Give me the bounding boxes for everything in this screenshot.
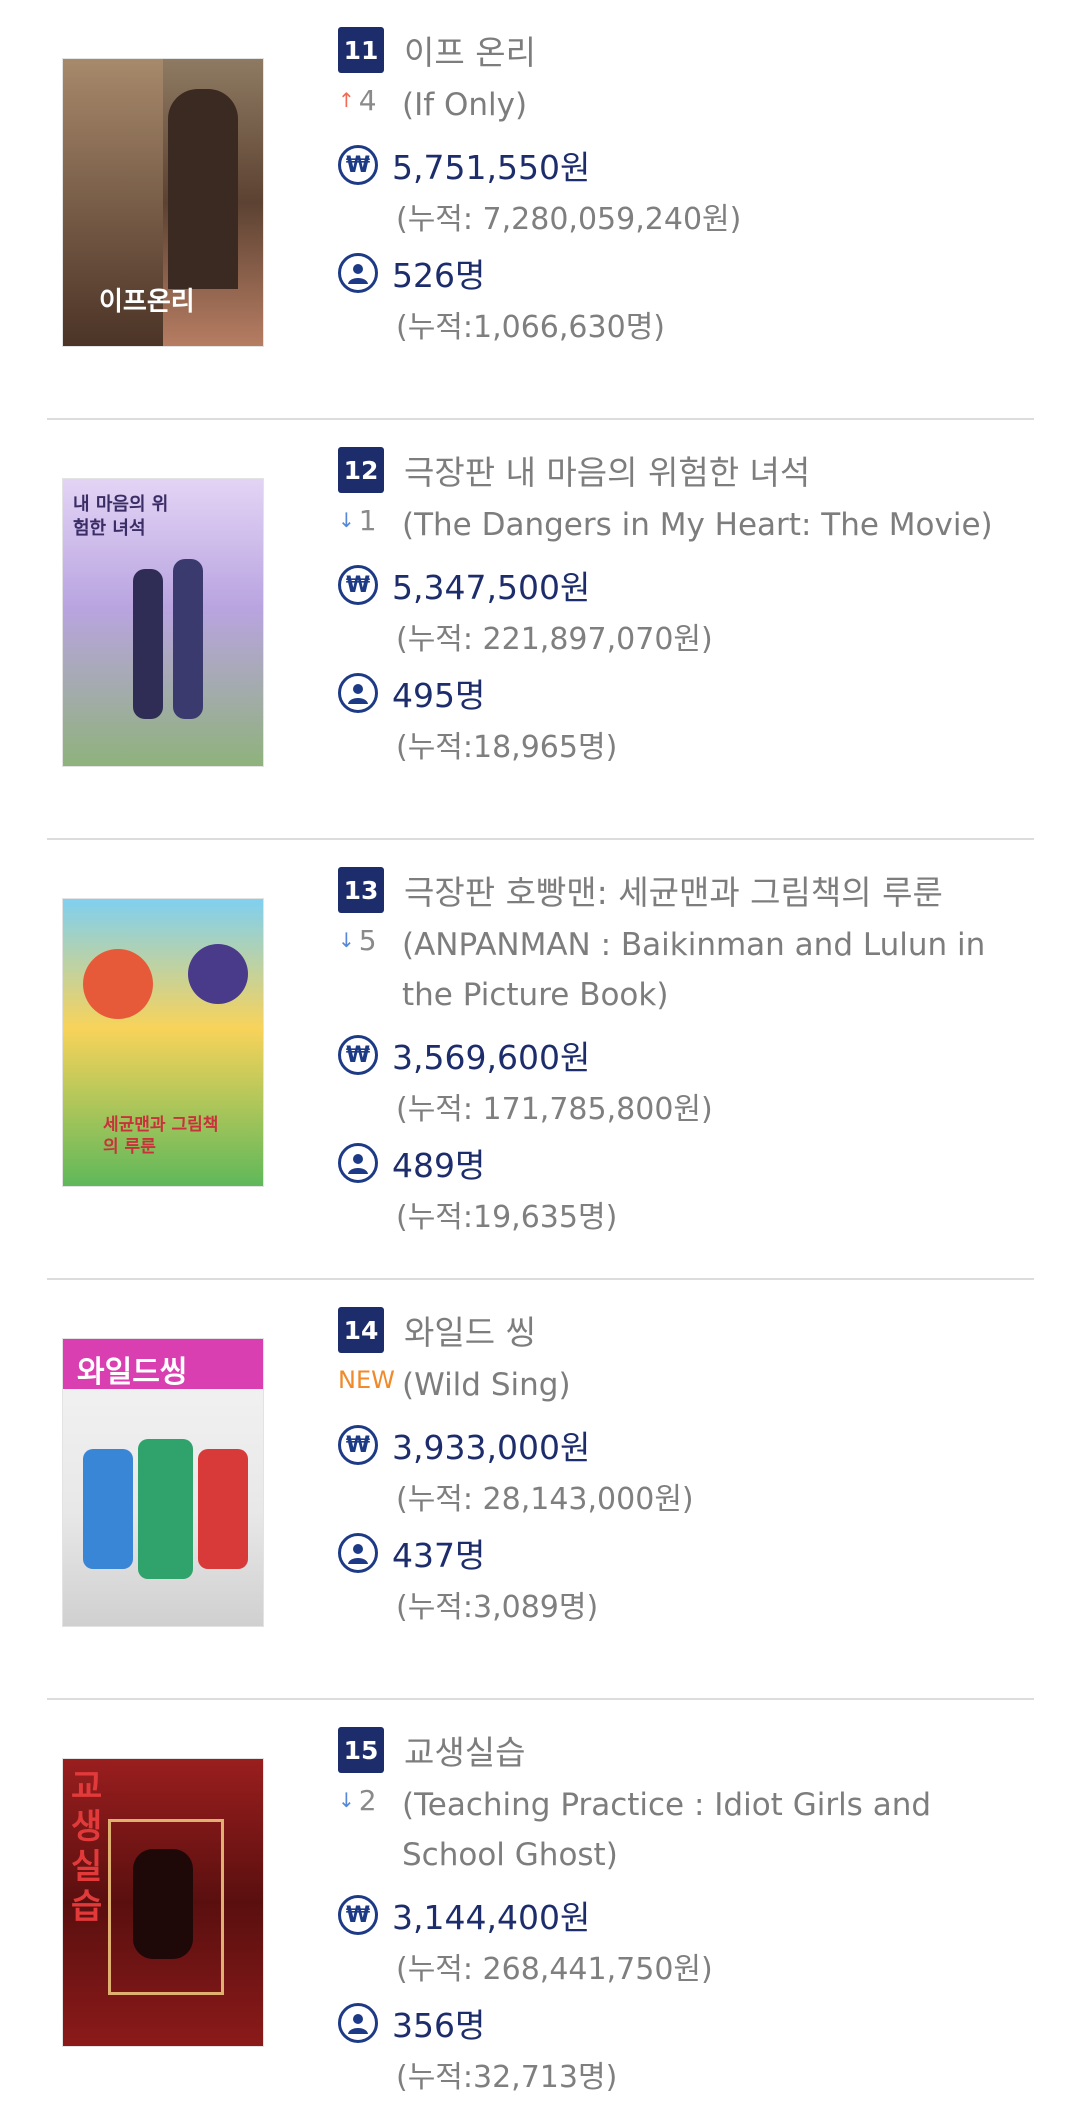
list-item[interactable]: 이프온리 11 이프 온리 ↑ 4 (If Only) ₩ 5,751,550원 …	[0, 0, 1079, 420]
person-icon	[338, 253, 378, 293]
rank-change-value: 4	[358, 84, 377, 117]
audience-value: 356명	[392, 2006, 486, 2045]
rank-badge: 11	[338, 27, 384, 73]
arrow-down-icon: ↓	[338, 1788, 355, 1812]
audience-value: 526명	[392, 256, 486, 295]
arrow-down-icon: ↓	[338, 928, 355, 952]
movie-info: 13 극장판 호빵맨: 세균맨과 그림책의 루룬 ↓ 5 (ANPANMAN : …	[338, 866, 1039, 1236]
won-icon: ₩	[338, 565, 378, 605]
rank-badge: 15	[338, 1727, 384, 1773]
movie-poster[interactable]: 세균맨과 그림책의 루룬	[62, 898, 264, 1187]
movie-title-en: (ANPANMAN : Baikinman and Lulun in the P…	[402, 927, 986, 1013]
movie-info: 12 극장판 내 마음의 위험한 녀석 ↓ 1 (The Dangers in M…	[338, 446, 1039, 766]
poster-title: 교생실습	[71, 1767, 181, 1927]
movie-title-en: (If Only)	[402, 87, 528, 123]
revenue-value: 3,569,600원	[392, 1038, 591, 1077]
audience-accumulated: (누적:19,635명)	[396, 1200, 618, 1235]
poster-title: 와일드씽	[77, 1355, 188, 1390]
rank-change: NEW	[338, 1360, 402, 1394]
movie-info: 11 이프 온리 ↑ 4 (If Only) ₩ 5,751,550원 (누적: …	[338, 26, 1039, 346]
audience-accumulated: (누적:18,965명)	[396, 730, 618, 765]
list-item[interactable]: 내 마음의 위험한 녀석 12 극장판 내 마음의 위험한 녀석 ↓ 1 (The…	[0, 420, 1079, 840]
movie-poster[interactable]: 내 마음의 위험한 녀석	[62, 478, 264, 767]
audience-accumulated: (누적:3,089명)	[396, 1590, 599, 1625]
movie-title-en: (The Dangers in My Heart: The Movie)	[402, 507, 993, 543]
person-icon	[338, 673, 378, 713]
won-icon: ₩	[338, 1425, 378, 1465]
revenue-value: 5,347,500원	[392, 568, 591, 607]
poster-title: 세균맨과 그림책의 루룬	[103, 1115, 219, 1157]
new-badge: NEW	[338, 1366, 395, 1394]
rank-change-value: 1	[358, 504, 377, 537]
won-icon: ₩	[338, 1035, 378, 1075]
rank-badge: 14	[338, 1307, 384, 1353]
movie-title-kr[interactable]: 극장판 내 마음의 위험한 녀석	[404, 446, 810, 494]
arrow-up-icon: ↑	[338, 88, 355, 112]
movie-poster[interactable]: 교생실습	[62, 1758, 264, 2047]
person-icon	[338, 1533, 378, 1573]
revenue-value: 5,751,550원	[392, 148, 591, 187]
person-icon	[338, 2003, 378, 2043]
movie-title-en: (Teaching Practice : Idiot Girls and Sch…	[402, 1787, 932, 1873]
list-item[interactable]: 교생실습 15 교생실습 ↓ 2 (Teaching Practice : Idi…	[0, 1700, 1079, 2120]
audience-value: 495명	[392, 676, 486, 715]
box-office-list: 이프온리 11 이프 온리 ↑ 4 (If Only) ₩ 5,751,550원 …	[0, 0, 1079, 2120]
rank-badge: 13	[338, 867, 384, 913]
revenue-accumulated: (누적: 7,280,059,240원)	[396, 202, 742, 237]
rank-change: ↓ 1	[338, 500, 402, 537]
rank-change-value: 2	[358, 1784, 377, 1817]
movie-info: 14 와일드 씽 NEW (Wild Sing) ₩ 3,933,000원 (누…	[338, 1306, 1039, 1626]
list-item[interactable]: 세균맨과 그림책의 루룬 13 극장판 호빵맨: 세균맨과 그림책의 루룬 ↓ 5…	[0, 840, 1079, 1280]
movie-poster[interactable]: 이프온리	[62, 58, 264, 347]
movie-poster[interactable]: 와일드씽	[62, 1338, 264, 1627]
poster-title: 내 마음의 위험한 녀석	[73, 494, 169, 539]
movie-title-en: (Wild Sing)	[402, 1367, 571, 1403]
rank-change: ↓ 5	[338, 920, 402, 957]
audience-value: 437명	[392, 1536, 486, 1575]
rank-badge: 12	[338, 447, 384, 493]
rank-change-value: 5	[358, 924, 377, 957]
list-item[interactable]: 와일드씽 14 와일드 씽 NEW (Wild Sing) ₩ 3,933,00…	[0, 1280, 1079, 1700]
revenue-accumulated: (누적: 221,897,070원)	[396, 622, 713, 657]
movie-title-kr[interactable]: 교생실습	[404, 1726, 525, 1774]
revenue-accumulated: (누적: 171,785,800원)	[396, 1092, 713, 1127]
won-icon: ₩	[338, 145, 378, 185]
revenue-value: 3,933,000원	[392, 1428, 591, 1467]
poster-title: 이프온리	[99, 287, 195, 317]
revenue-accumulated: (누적: 28,143,000원)	[396, 1482, 694, 1517]
movie-info: 15 교생실습 ↓ 2 (Teaching Practice : Idiot Gi…	[338, 1726, 1039, 2096]
movie-title-kr[interactable]: 와일드 씽	[404, 1306, 536, 1354]
revenue-value: 3,144,400원	[392, 1898, 591, 1937]
movie-title-kr[interactable]: 극장판 호빵맨: 세균맨과 그림책의 루룬	[404, 866, 943, 914]
rank-change: ↑ 4	[338, 80, 402, 117]
person-icon	[338, 1143, 378, 1183]
movie-title-kr[interactable]: 이프 온리	[404, 26, 536, 74]
rank-change: ↓ 2	[338, 1780, 402, 1817]
audience-accumulated: (누적:32,713명)	[396, 2060, 618, 2095]
audience-accumulated: (누적:1,066,630명)	[396, 310, 665, 345]
audience-value: 489명	[392, 1146, 486, 1185]
won-icon: ₩	[338, 1895, 378, 1935]
arrow-down-icon: ↓	[338, 508, 355, 532]
revenue-accumulated: (누적: 268,441,750원)	[396, 1952, 713, 1987]
